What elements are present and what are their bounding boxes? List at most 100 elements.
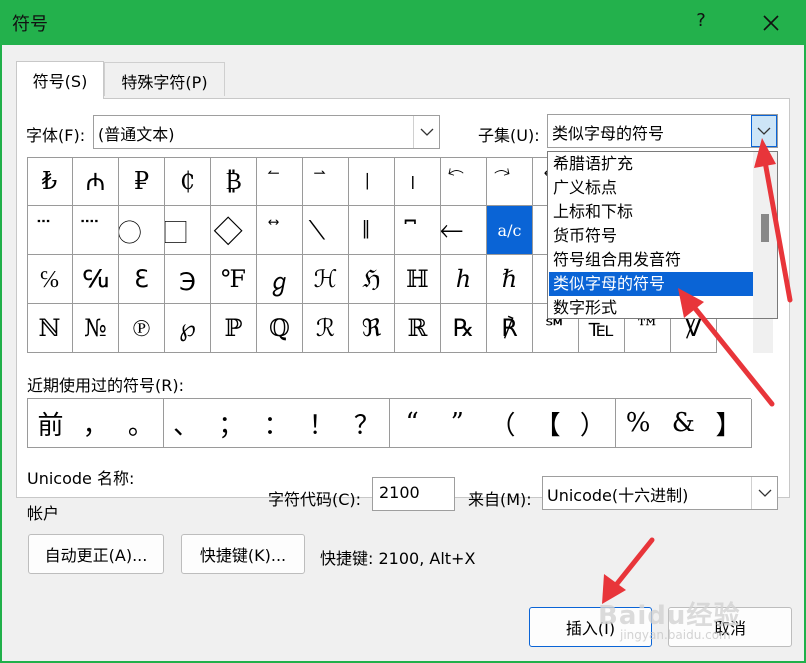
recent-symbol-cell[interactable]: ？ (344, 399, 391, 448)
recent-symbol-cell[interactable]: % (615, 399, 662, 448)
subset-option[interactable]: 数字形式 (549, 296, 753, 320)
symbol-cell[interactable]: ⃒ (349, 157, 395, 206)
recent-symbol-cell[interactable]: “ (389, 399, 436, 448)
subset-option[interactable]: 广义标点 (549, 176, 753, 200)
chevron-down-icon (757, 127, 771, 135)
symbol-cell[interactable]: ℞ (441, 304, 487, 353)
symbol-cell[interactable]: ℕ (27, 304, 73, 353)
from-dropdown-button[interactable] (751, 477, 777, 509)
symbol-cell[interactable]: ⃛ (27, 206, 73, 255)
recent-symbol-cell[interactable]: ： (254, 399, 300, 448)
close-button[interactable] (756, 8, 786, 38)
symbol-cell[interactable]: ⃑ (303, 157, 349, 206)
symbol-cell[interactable]: ℍ (395, 255, 441, 304)
chevron-down-icon (758, 489, 771, 497)
subset-select-value: 类似字母的符号 (552, 124, 665, 143)
subset-option[interactable]: 符号组合用发音符 (549, 248, 753, 272)
symbol-cell[interactable]: ℜ (349, 304, 395, 353)
symbol-cell[interactable]: ⃜ (73, 206, 119, 255)
shortcut-key-button[interactable]: 快捷键(K)... (181, 534, 305, 574)
symbol-cell[interactable]: ₿ (211, 157, 257, 206)
subset-option[interactable]: 类似字母的符号 (549, 272, 753, 296)
symbol-cell[interactable]: ₼ (73, 157, 119, 206)
recent-symbol-cell[interactable]: （ (480, 399, 526, 448)
shortcut-text: 快捷键: 2100, Alt+X (320, 549, 476, 568)
symbol-cell[interactable]: ⃝ (119, 206, 165, 255)
recent-symbol-cell[interactable]: ， (73, 399, 120, 448)
recent-symbol-cell[interactable]: 】 (706, 399, 752, 448)
recent-symbol-cell[interactable]: ） (570, 399, 617, 448)
chevron-down-icon (420, 128, 433, 136)
symbol-cell[interactable]: ℎ (441, 255, 487, 304)
symbol-cell[interactable]: ℊ (257, 255, 303, 304)
symbol-cell[interactable]: ℛ (303, 304, 349, 353)
symbol-cell[interactable]: ⃓ (395, 157, 441, 206)
char-code-input[interactable]: 2100 (372, 477, 455, 511)
subset-select[interactable]: 类似字母的符号 (547, 114, 778, 148)
symbol-cell[interactable]: ⃔ (441, 157, 487, 206)
symbol-cell[interactable]: № (73, 304, 119, 353)
symbol-cell[interactable]: ℗ (119, 304, 165, 353)
recent-symbol-cell[interactable]: 。 (118, 399, 165, 448)
symbol-cell[interactable]: ℚ (257, 304, 303, 353)
symbol-cell[interactable]: ⃡ (257, 206, 303, 255)
symbol-cell[interactable]: ⃕ (487, 157, 533, 206)
baidu-watermark: Baidu经验 (598, 601, 741, 631)
symbol-cell[interactable]: a/c (487, 206, 533, 255)
symbol-cell[interactable]: ℟ (487, 304, 533, 353)
recent-symbol-cell[interactable]: ！ (299, 399, 346, 448)
from-select[interactable]: Unicode(十六进制) (542, 476, 778, 510)
symbol-cell[interactable]: ℋ (303, 255, 349, 304)
symbol-cell[interactable]: ℅ (27, 255, 73, 304)
recent-symbol-cell[interactable]: & (660, 399, 707, 448)
symbol-cell[interactable]: ℇ (119, 255, 165, 304)
recent-label: 近期使用过的符号(R): (27, 376, 184, 395)
symbol-cell[interactable]: ₽ (119, 157, 165, 206)
symbol-cell[interactable]: ⃥ (303, 206, 349, 255)
symbol-cell[interactable]: ₵ (165, 157, 211, 206)
dropdown-scroll-thumb[interactable] (761, 214, 769, 242)
window-title: 符号 (12, 14, 48, 35)
symbol-cell[interactable]: ₺ (27, 157, 73, 206)
symbol-cell[interactable]: ℏ (487, 255, 533, 304)
symbol-cell[interactable]: ⃐ (257, 157, 303, 206)
subset-dropdown-button[interactable] (751, 115, 777, 147)
recent-symbol-cell[interactable]: 【 (525, 399, 572, 448)
title-bar: 符号 ? (0, 0, 806, 45)
close-icon (763, 15, 779, 31)
subset-option[interactable]: 货币符号 (549, 224, 753, 248)
font-select[interactable]: (普通文本) (93, 115, 440, 149)
symbol-cell[interactable]: ⃞ (165, 206, 211, 255)
font-select-value: (普通文本) (98, 125, 175, 144)
dropdown-scrollbar[interactable] (753, 152, 777, 318)
symbol-cell[interactable]: ⃦ (349, 206, 395, 255)
symbol-cell[interactable]: ℉ (211, 255, 257, 304)
symbol-cell[interactable]: ⃟ (211, 206, 257, 255)
recent-symbol-cell[interactable]: ； (208, 399, 255, 448)
symbol-cell[interactable]: ⃪ (441, 206, 487, 255)
font-dropdown-button[interactable] (413, 116, 439, 148)
subset-option[interactable]: 上标和下标 (549, 200, 753, 224)
recent-symbol-cell[interactable]: 前 (28, 399, 74, 448)
symbol-cell[interactable]: ℌ (349, 255, 395, 304)
symbol-cell[interactable]: ℙ (211, 304, 257, 353)
symbol-cell[interactable]: ⃩ (395, 206, 441, 255)
char-code-label: 字符代码(C): (268, 490, 362, 509)
from-select-value: Unicode(十六进制) (547, 486, 689, 505)
symbol-cell[interactable]: ℈ (165, 255, 211, 304)
tab-special-chars[interactable]: 特殊字符(P) (104, 62, 225, 96)
symbol-cell[interactable]: ℝ (395, 304, 441, 353)
unicode-name-value: 帐户 (27, 504, 60, 523)
font-label: 字体(F): (26, 126, 86, 145)
subset-option[interactable]: 希腊语扩充 (549, 152, 753, 176)
symbol-cell[interactable]: ℆ (73, 255, 119, 304)
recent-symbols: 前，。、；：！？ “” （【）% &】 (27, 398, 752, 448)
symbol-cell[interactable]: ℘ (165, 304, 211, 353)
help-button[interactable]: ? (688, 10, 714, 36)
subset-dropdown-list: 希腊语扩充 广义标点 上标和下标 货币符号 符号组合用发音符 类似字母的符号 数字形式 (547, 151, 778, 319)
baidu-watermark-url: jingyan.baidu.com (620, 628, 731, 642)
autocorrect-button[interactable]: 自动更正(A)... (28, 534, 164, 574)
recent-symbol-cell[interactable]: 、 (163, 399, 210, 448)
tab-symbols[interactable]: 符号(S) (16, 61, 104, 99)
recent-symbol-cell[interactable]: ” (434, 399, 481, 448)
